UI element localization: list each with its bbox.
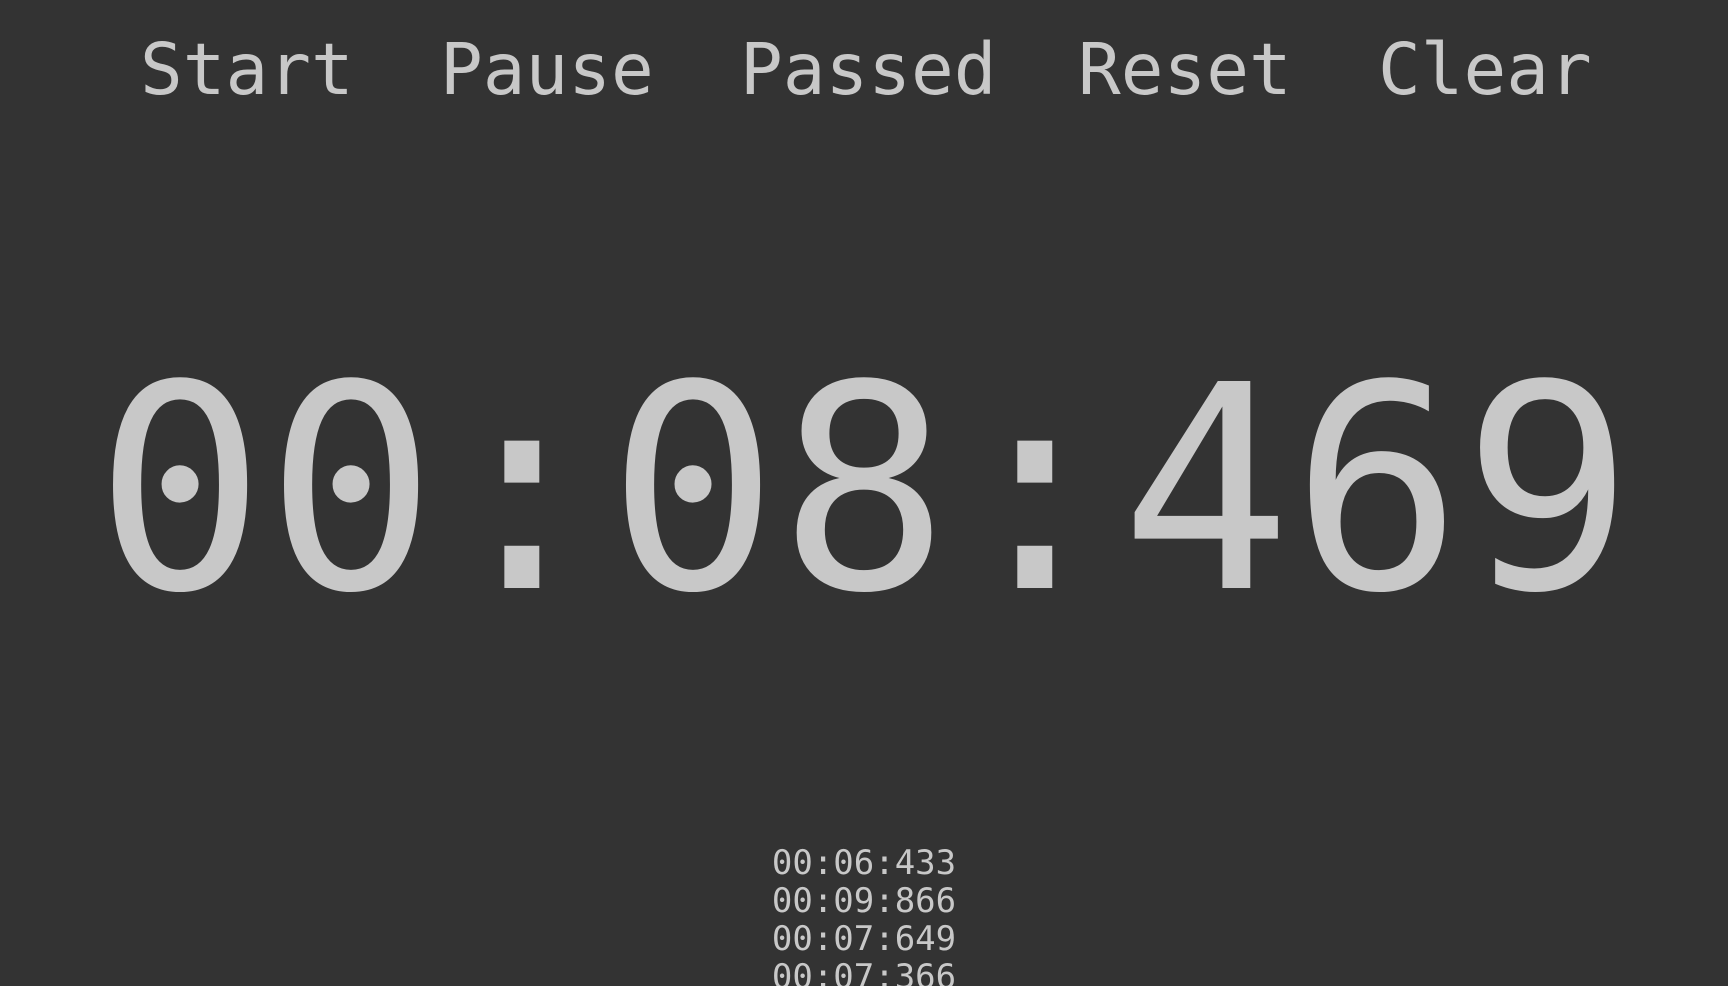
lap-item: 00:07:649 <box>771 919 957 959</box>
lap-item: 00:07:366 <box>771 957 957 986</box>
lap-item: 00:06:433 <box>771 843 957 883</box>
clear-button[interactable]: Clear <box>1378 30 1592 110</box>
passed-button[interactable]: Passed <box>740 30 996 110</box>
start-button[interactable]: Start <box>140 30 354 110</box>
toolbar: Start Pause Passed Reset Clear <box>0 30 1728 110</box>
lap-list: 00:06:433 00:09:866 00:07:649 00:07:366 <box>0 844 1728 986</box>
pause-button[interactable]: Pause <box>440 30 654 110</box>
timer-display: 00:08:469 <box>94 324 1634 655</box>
reset-button[interactable]: Reset <box>1078 30 1292 110</box>
lap-item: 00:09:866 <box>771 881 957 921</box>
